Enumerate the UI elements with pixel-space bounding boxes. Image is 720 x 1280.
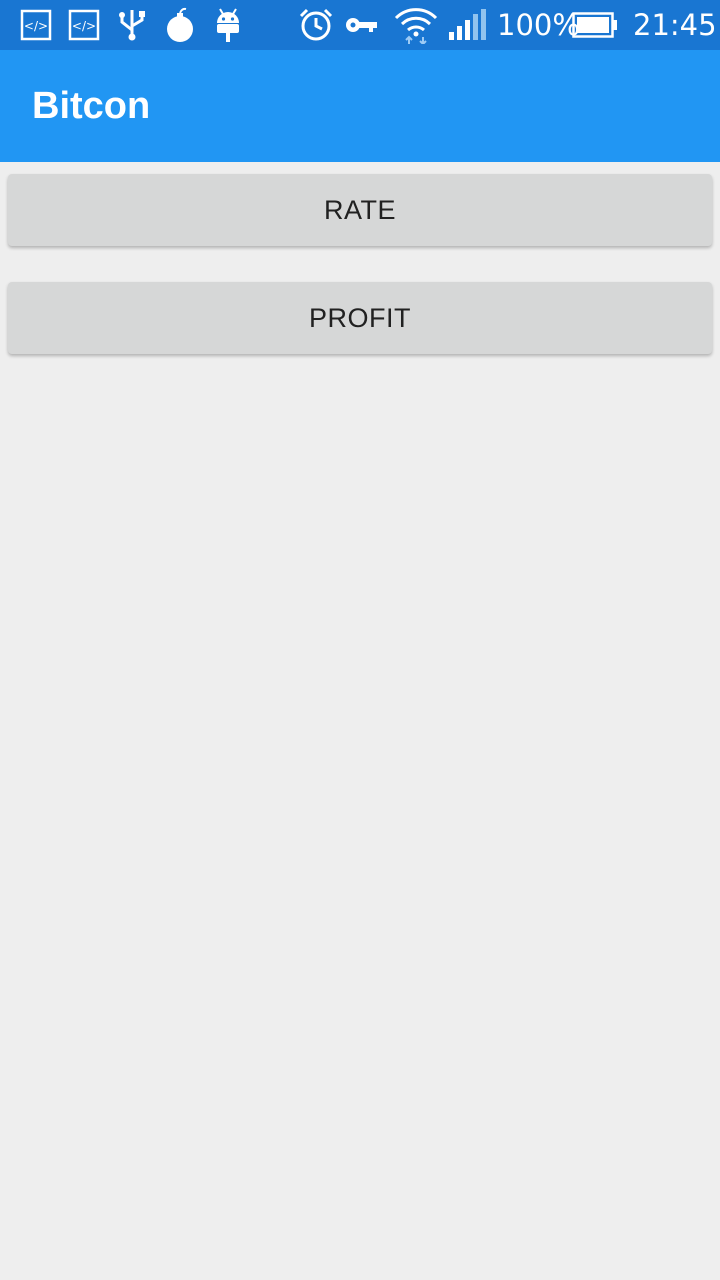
svg-text:</>: </> — [24, 19, 48, 33]
code-icon: </> — [68, 8, 100, 42]
android-icon — [212, 8, 244, 42]
bomb-icon — [164, 7, 196, 42]
signal-icon — [447, 8, 487, 42]
battery-icon — [572, 8, 618, 42]
clock: 21:45 — [633, 8, 717, 42]
app-bar: Bitcon — [0, 50, 720, 162]
usb-icon — [116, 8, 148, 42]
svg-text:</>: </> — [72, 19, 96, 33]
key-icon — [345, 8, 379, 42]
code-icon: </> — [20, 8, 52, 42]
alarm-icon — [298, 8, 334, 42]
battery-percentage: 100% — [497, 8, 580, 42]
app-title: Bitcon — [32, 85, 151, 127]
profit-button[interactable]: PROFIT — [8, 282, 712, 354]
status-bar: </> </> 100% 21:45 — [0, 0, 720, 50]
wifi-icon — [394, 8, 438, 44]
rate-button[interactable]: RATE — [8, 174, 712, 246]
